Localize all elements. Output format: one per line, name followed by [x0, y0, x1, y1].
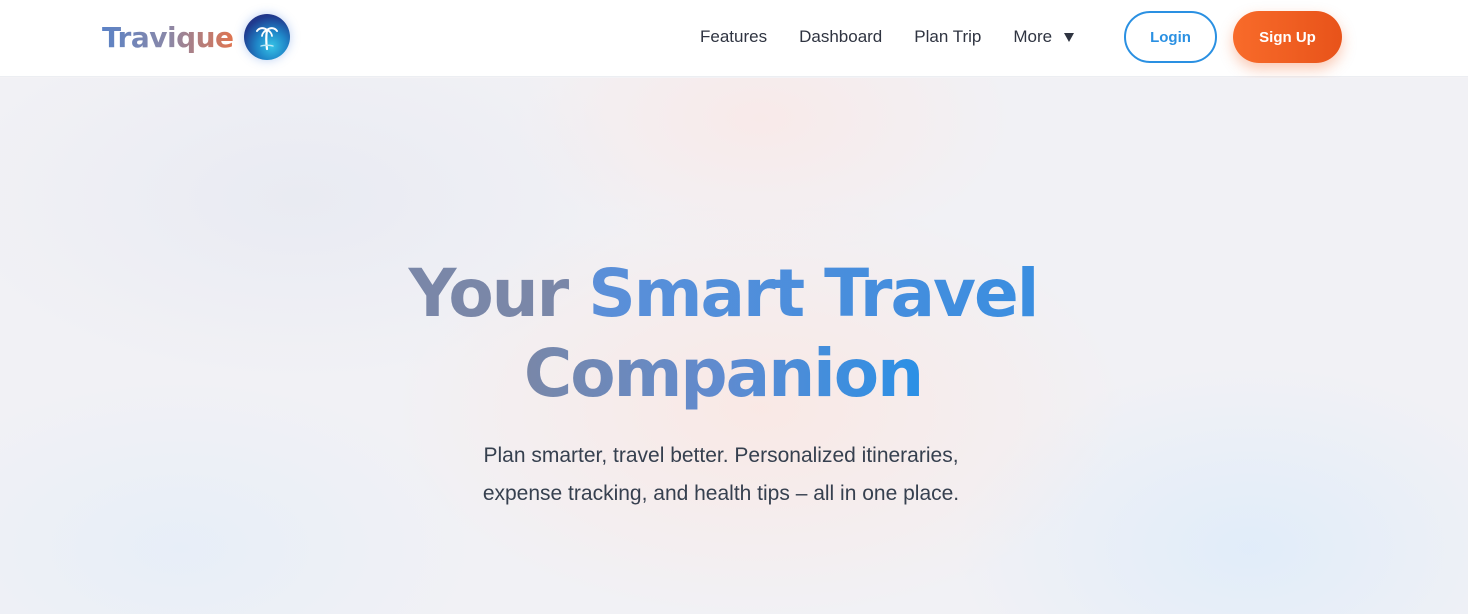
login-button[interactable]: Login [1124, 11, 1217, 63]
nav-dropdown-more[interactable]: More [1013, 27, 1075, 47]
hero-subtitle-line-2: expense tracking, and health tips – all … [482, 482, 960, 505]
brand[interactable]: Travique [102, 14, 290, 60]
hero-title: Your Smart Travel Companion [0, 254, 1446, 414]
brand-name[interactable]: Travique [102, 21, 234, 54]
hero-title-line-2: Companion [0, 334, 1446, 414]
nav-link-features[interactable]: Features [700, 27, 767, 47]
sign-up-button[interactable]: Sign Up [1233, 11, 1342, 63]
top-navbar: Travique Features Dashboard Plan Trip Mo… [0, 0, 1468, 77]
nav-link-plan-trip[interactable]: Plan Trip [914, 27, 981, 47]
hero-title-smart-travel: Smart Travel [588, 255, 1039, 332]
hero-subtitle-line-1: Plan smarter, travel better. Personalize… [483, 444, 959, 467]
hero-section: Your Smart Travel Companion Plan smarter… [0, 78, 1468, 614]
caret-down-icon [1064, 32, 1075, 42]
hero-title-companion: Companion [523, 335, 924, 412]
main-nav: Features Dashboard Plan Trip More [700, 0, 1106, 74]
hero-subtitle: Plan smarter, travel better. Personalize… [0, 437, 1442, 513]
nav-link-dashboard[interactable]: Dashboard [799, 27, 882, 47]
palm-tree-svg [255, 27, 278, 51]
hero-title-line-1: Your Smart Travel [0, 254, 1446, 334]
nav-link-more-label: More [1013, 27, 1053, 46]
palm-tree-globe-icon[interactable] [243, 14, 290, 60]
hero-title-your: Your [408, 255, 570, 332]
